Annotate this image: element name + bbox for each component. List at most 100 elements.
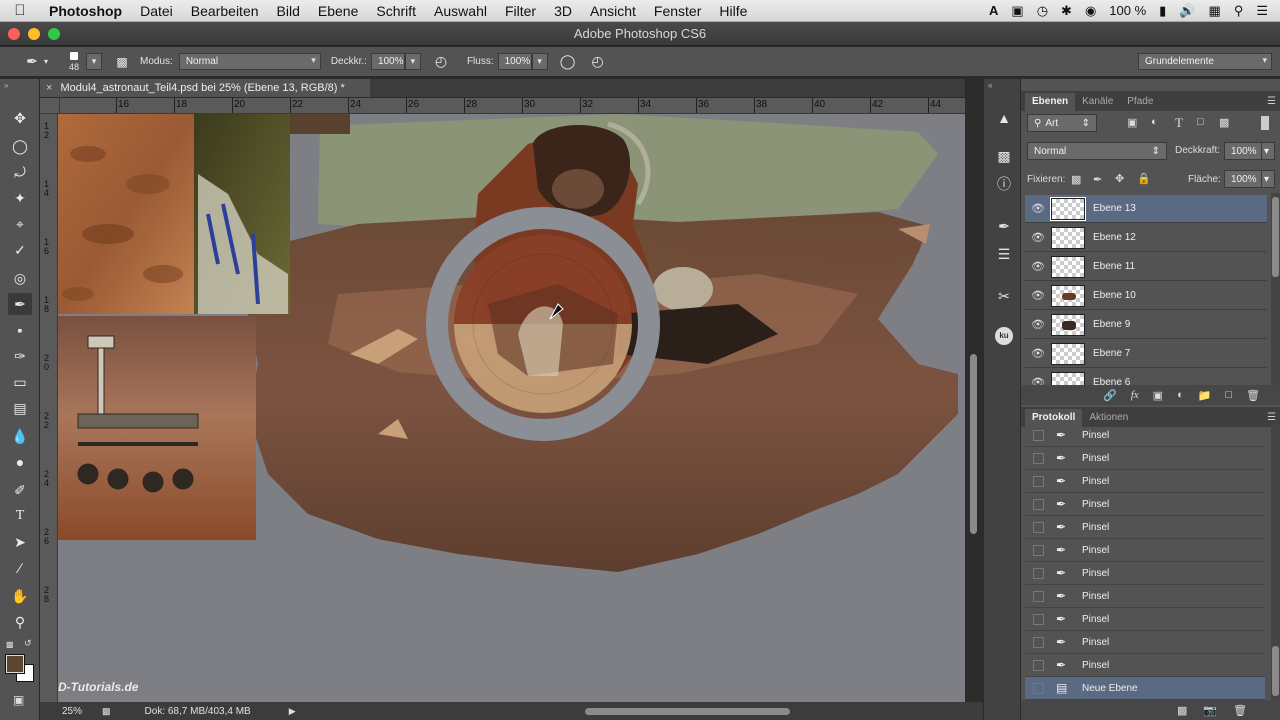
history-snapshot-checkbox[interactable] — [1033, 498, 1044, 510]
time-machine-icon[interactable]: ◷ — [1037, 3, 1048, 19]
filter-adjustment-icon[interactable]: ◐ — [1151, 116, 1158, 128]
close-document-icon[interactable]: × — [46, 82, 52, 94]
history-snapshot-checkbox[interactable] — [1033, 590, 1044, 602]
swap-colors-icon[interactable]: ↺ — [24, 638, 32, 649]
battery-text[interactable]: 100 % — [1109, 3, 1146, 18]
link-layers-icon[interactable]: 🔗 — [1103, 389, 1117, 402]
menu-auswahl[interactable]: Auswahl — [425, 0, 496, 22]
deckkraft-dropdown[interactable]: ▾ — [404, 53, 421, 70]
history-step[interactable]: ✒ Pinsel — [1025, 631, 1265, 654]
layer-row[interactable]: 👁 Ebene 9 — [1025, 311, 1267, 339]
default-colors-icon[interactable]: ▩ — [6, 640, 14, 649]
history-step[interactable]: ✒ Pinsel — [1025, 493, 1265, 516]
history-snapshot-checkbox[interactable] — [1033, 613, 1044, 625]
history-snapshot-checkbox[interactable] — [1033, 475, 1044, 487]
apple-menu-icon[interactable]:  — [0, 2, 40, 19]
brush-size-dropdown[interactable]: ▾ — [86, 53, 103, 70]
bluetooth-icon[interactable]: ✱ — [1061, 3, 1072, 19]
menu-3d[interactable]: 3D — [545, 0, 581, 22]
healing-brush-tool-icon[interactable]: ◎ — [8, 267, 32, 289]
export-icon[interactable]: ▩ — [102, 706, 111, 717]
vertical-scrollbar[interactable] — [965, 98, 983, 702]
new-document-from-state-icon[interactable]: ▩ — [1177, 704, 1187, 717]
document-tab[interactable]: × Modul4_astronaut_Teil4.psd bei 25% (Eb… — [40, 79, 370, 97]
magic-wand-tool-icon[interactable]: ✦ — [8, 187, 32, 209]
layer-blend-mode-select[interactable]: Normal ⇕ — [1027, 142, 1167, 160]
history-step[interactable]: ✒ Pinsel — [1025, 470, 1265, 493]
horizontal-scroll-thumb[interactable] — [585, 708, 790, 715]
history-snapshot-checkbox[interactable] — [1033, 682, 1044, 694]
lock-position-icon[interactable]: ✥ — [1115, 172, 1124, 185]
brush-tool-preset-icon[interactable]: ✒ — [22, 52, 42, 72]
add-mask-icon[interactable]: ▣ — [1153, 389, 1163, 402]
ruler-origin[interactable] — [40, 98, 60, 114]
type-tool-icon[interactable]: T — [8, 505, 32, 527]
history-step[interactable]: ✒ Pinsel — [1025, 585, 1265, 608]
history-step[interactable]: ✒ Pinsel — [1025, 424, 1265, 447]
zoom-tool-icon[interactable]: ⚲ — [8, 611, 32, 633]
layer-row[interactable]: 👁 Ebene 12 — [1025, 224, 1267, 252]
tab-ebenen[interactable]: Ebenen — [1025, 93, 1076, 111]
eyedropper-tool-icon[interactable]: ✓ — [8, 239, 32, 261]
histogram-panel-icon[interactable]: ▲ — [993, 107, 1015, 129]
tool-preset-chevron-icon[interactable]: ▾ — [44, 57, 48, 66]
layer-row[interactable]: 👁 Ebene 10 — [1025, 282, 1267, 310]
notification-icon[interactable]: ☰ — [1256, 3, 1268, 19]
opacity-dropdown[interactable]: ▾ — [1261, 142, 1275, 160]
layer-row[interactable]: 👁 Ebene 6 — [1025, 369, 1267, 385]
quick-mask-icon[interactable]: ▣ — [13, 693, 24, 707]
deckkraft-input[interactable]: 100% — [370, 53, 405, 70]
filter-smart-object-icon[interactable]: ▩ — [1219, 116, 1229, 129]
history-scrollbar[interactable] — [1271, 424, 1280, 700]
status-menu-arrow-icon[interactable]: ▶ — [289, 706, 296, 717]
clone-stamp-tool-icon[interactable]: ▪ — [8, 319, 32, 341]
menu-datei[interactable]: Datei — [131, 0, 182, 22]
menu-ansicht[interactable]: Ansicht — [581, 0, 645, 22]
pen-tool-icon[interactable]: ✐ — [8, 479, 32, 501]
opacity-input[interactable]: 100% — [1224, 142, 1262, 160]
wifi-icon[interactable]: ◉ — [1085, 3, 1096, 19]
menu-fenster[interactable]: Fenster — [645, 0, 710, 22]
screen-record-icon[interactable]: ▣ — [1011, 3, 1023, 19]
lock-transparent-icon[interactable]: ▩ — [1071, 173, 1081, 186]
fluss-dropdown[interactable]: ▾ — [531, 53, 548, 70]
history-step[interactable]: ✒ Pinsel — [1025, 562, 1265, 585]
delete-state-icon[interactable]: 🗑 — [1233, 704, 1247, 717]
pressure-size-icon[interactable]: ◴ — [588, 52, 608, 72]
visibility-eye-icon[interactable]: 👁 — [1025, 231, 1051, 244]
filter-shape-icon[interactable]: □ — [1197, 116, 1204, 128]
menu-schrift[interactable]: Schrift — [367, 0, 425, 22]
history-brush-tool-icon[interactable]: ✑ — [8, 345, 32, 367]
new-snapshot-icon[interactable]: 📷 — [1203, 704, 1217, 717]
kuler-panel-icon[interactable]: ku — [993, 325, 1015, 347]
dodge-tool-icon[interactable]: ● — [8, 451, 32, 473]
filter-pixel-icon[interactable]: ▣ — [1127, 116, 1137, 129]
new-layer-icon[interactable]: □ — [1225, 389, 1232, 401]
history-step[interactable]: ✒ Pinsel — [1025, 608, 1265, 631]
fluss-input[interactable]: 100% — [497, 53, 532, 70]
spotlight-icon[interactable]: ⚲ — [1234, 3, 1244, 19]
adjustments-panel-icon[interactable]: ▩ — [993, 145, 1015, 167]
fill-dropdown[interactable]: ▾ — [1261, 170, 1275, 188]
toolbar-collapse-icon[interactable]: » — [4, 81, 8, 90]
blur-tool-icon[interactable]: 💧 — [8, 425, 32, 447]
history-step[interactable]: ▤ Neue Ebene — [1025, 677, 1265, 700]
tool-presets-panel-icon[interactable]: ☰ — [993, 243, 1015, 265]
zoom-level[interactable]: 25% — [62, 706, 82, 717]
line-tool-icon[interactable]: ∕ — [8, 557, 32, 579]
layer-row[interactable]: 👁 Ebene 13 — [1025, 195, 1267, 223]
menu-bild[interactable]: Bild — [268, 0, 309, 22]
lock-image-icon[interactable]: ✒ — [1093, 173, 1102, 186]
tab-pfade[interactable]: Pfade — [1120, 93, 1160, 111]
dock-collapse-icon[interactable]: « — [988, 81, 992, 90]
filter-toggle-icon[interactable] — [1261, 116, 1269, 130]
menu-photoshop[interactable]: Photoshop — [40, 0, 131, 22]
visibility-eye-icon[interactable]: 👁 — [1025, 376, 1051, 385]
layer-style-icon[interactable]: fx — [1131, 389, 1139, 401]
menu-ebene[interactable]: Ebene — [309, 0, 367, 22]
menu-bearbeiten[interactable]: Bearbeiten — [182, 0, 268, 22]
history-scroll-thumb[interactable] — [1272, 646, 1279, 696]
document-canvas[interactable]: PSD-Tutorials.de — [58, 114, 965, 702]
fill-input[interactable]: 100% — [1224, 170, 1262, 188]
volume-icon[interactable]: 🔊 — [1179, 3, 1195, 19]
